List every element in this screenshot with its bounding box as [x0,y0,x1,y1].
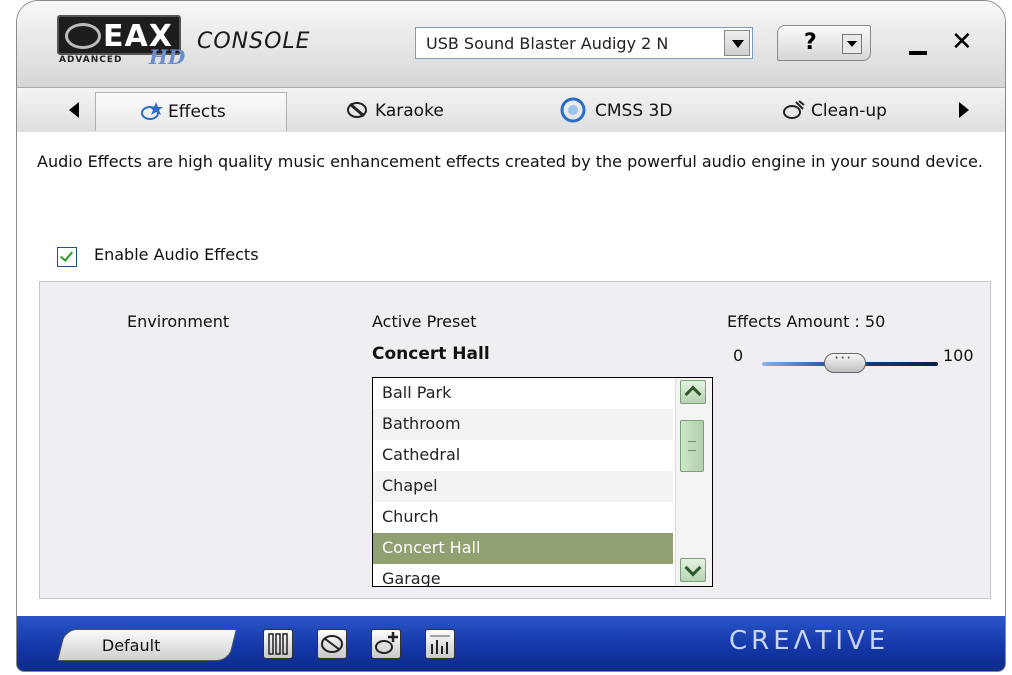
tab-cleanup[interactable]: Clean-up [769,92,939,130]
default-button-label: Default [101,636,161,655]
tab-scroll-left-button[interactable] [35,94,93,126]
cmss3d-icon [560,97,586,123]
device-select-value: USB Sound Blaster Audigy 2 N [426,34,669,53]
slider-min-label: 0 [733,346,744,365]
eax-logo: EAX ADVANCED HD [57,15,187,69]
mixer-icon[interactable] [263,629,293,659]
speaker-icon-glyph [321,635,343,653]
list-item-selected[interactable]: Concert Hall [373,533,673,564]
creative-logo: CREΛTIVE [729,626,890,656]
minimize-button[interactable] [905,25,933,61]
equalizer-icon-glyph [430,635,450,654]
cleanup-icon [783,100,805,119]
default-button[interactable]: Default [57,629,237,661]
help-icon: ? [804,30,817,55]
environment-label: Environment [127,312,230,331]
device-select[interactable]: USB Sound Blaster Audigy 2 N [415,27,753,59]
eax-advanced-text: ADVANCED [59,55,123,65]
chevron-down-icon[interactable] [724,30,750,56]
close-button[interactable]: ✕ [951,27,973,57]
effects-content: Audio Effects are high quality music enh… [17,132,1005,616]
footer-bar: Default CREΛTIVE [17,616,1005,671]
effects-panel: Environment Active Preset Concert Hall B… [39,281,991,599]
tab-bar: Effects Karaoke CMSS 3D Clean-up [17,87,1005,133]
list-item[interactable]: Garage [373,564,673,586]
list-item[interactable]: Ball Park [373,378,673,409]
effects-icon [141,102,163,120]
list-item[interactable]: Church [373,502,673,533]
effects-amount-slider-thumb[interactable] [824,348,866,373]
tab-cmss3d-label: CMSS 3D [595,101,673,121]
eax-console-window: EAX ADVANCED HD CONSOLE USB Sound Blaste… [16,0,1006,672]
speaker-add-icon-glyph [375,632,398,654]
active-preset-label: Active Preset [372,312,477,331]
list-item[interactable]: Chapel [373,471,673,502]
tab-scroll-right-button[interactable] [941,94,999,126]
preset-scrollbar[interactable] [675,378,712,586]
effects-description: Audio Effects are high quality music enh… [37,152,983,171]
mixer-icon-glyph [268,633,288,655]
equalizer-icon[interactable] [425,629,455,659]
eax-hd-text: HD [149,45,186,69]
karaoke-icon [347,102,367,118]
list-item[interactable]: Cathedral [373,440,673,471]
enable-audio-effects-checkbox[interactable] [57,247,77,267]
tab-karaoke-label: Karaoke [375,101,444,121]
preset-listbox[interactable]: Ball Park Bathroom Cathedral Chapel Chur… [372,377,713,587]
scroll-up-icon[interactable] [680,380,706,404]
effects-amount-label: Effects Amount : 50 [727,312,886,331]
scroll-thumb[interactable] [680,420,704,472]
speaker-add-icon[interactable] [371,629,401,659]
scroll-down-icon[interactable] [680,558,706,582]
help-dropdown-icon[interactable] [842,34,862,54]
console-label: CONSOLE [197,29,311,54]
tab-karaoke[interactable]: Karaoke [333,92,483,130]
slider-max-label: 100 [943,346,974,365]
tab-effects-label: Effects [168,102,226,122]
help-button[interactable]: ? [777,25,871,61]
enable-audio-effects-label[interactable]: Enable Audio Effects [94,245,259,264]
tab-cmss3d[interactable]: CMSS 3D [551,92,711,130]
list-item[interactable]: Bathroom [373,409,673,440]
eax-swirl-icon [65,23,101,49]
active-preset-value: Concert Hall [372,344,490,364]
tab-effects[interactable]: Effects [95,92,287,131]
speaker-icon[interactable] [317,629,347,659]
title-bar: EAX ADVANCED HD CONSOLE USB Sound Blaste… [17,1,1005,87]
tab-cleanup-label: Clean-up [811,101,887,121]
